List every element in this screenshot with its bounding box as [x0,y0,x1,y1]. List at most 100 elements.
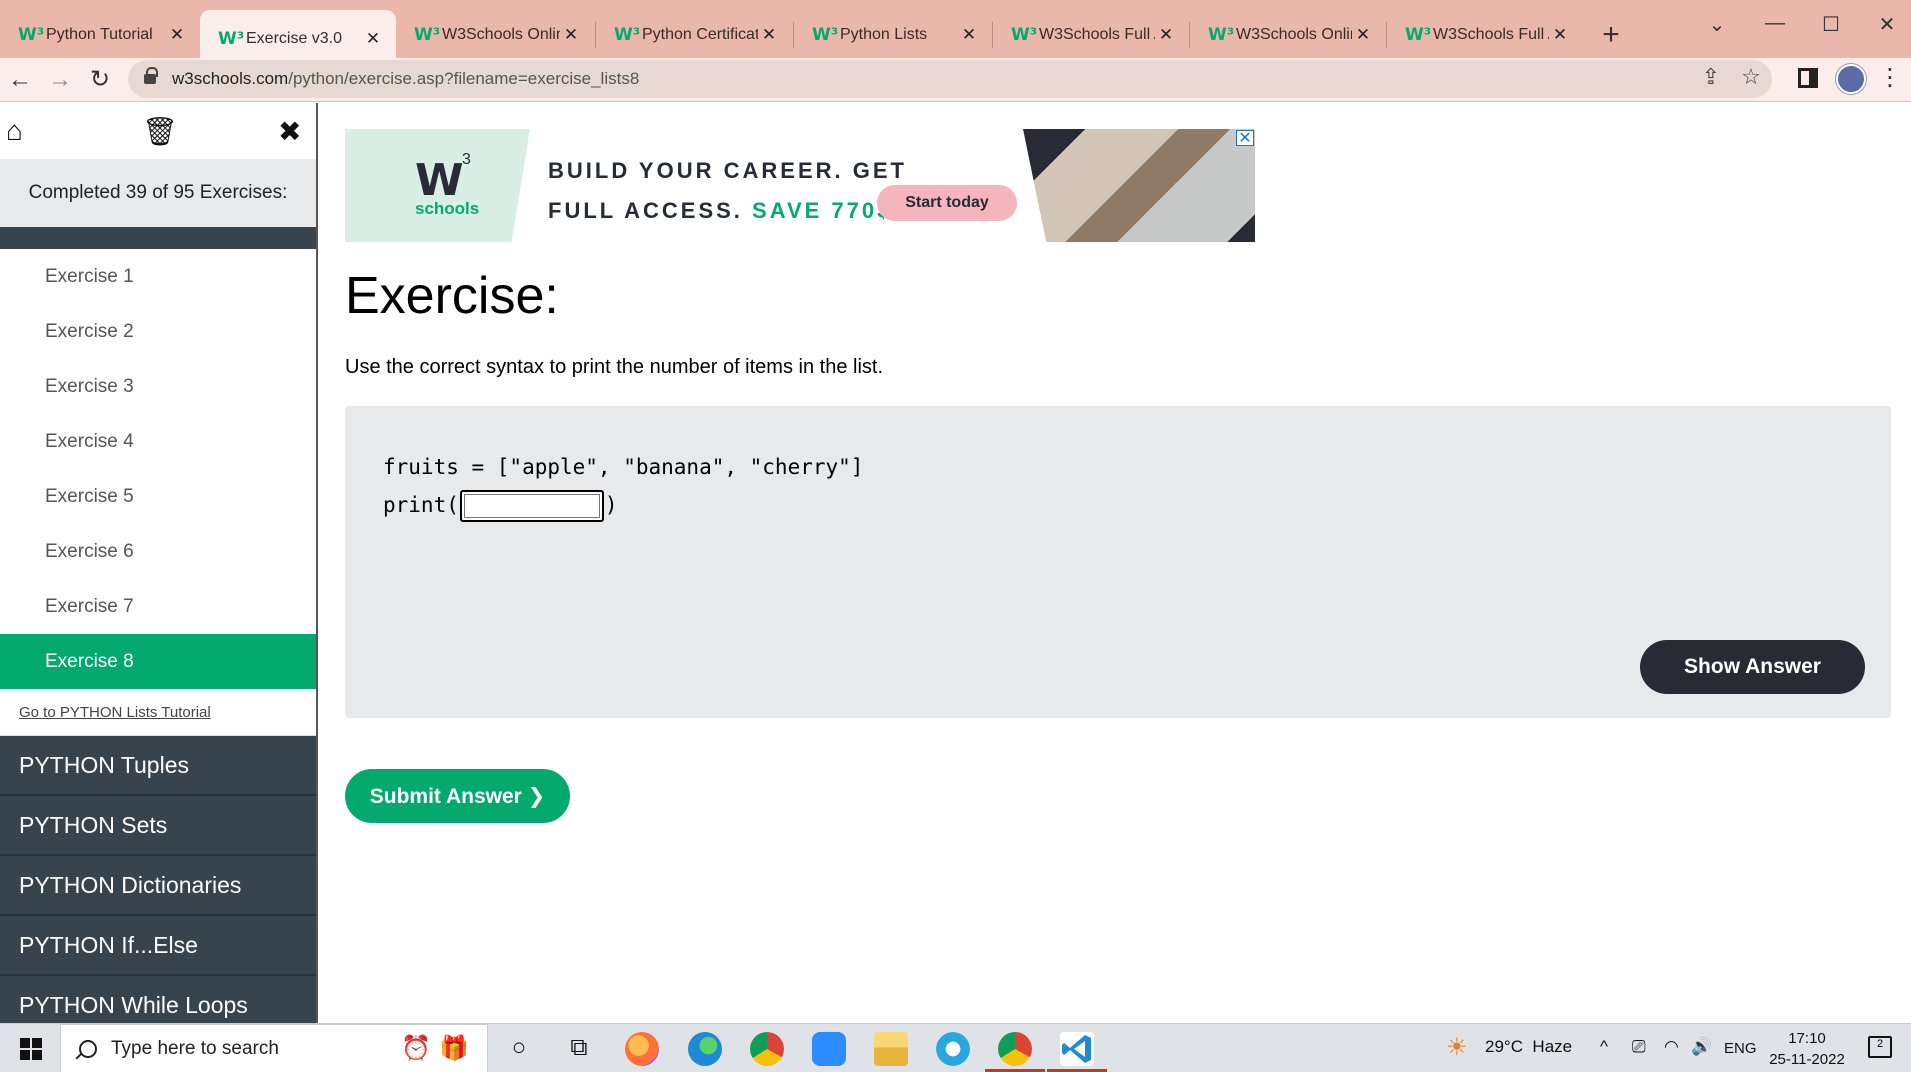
sidebar-section-sets[interactable]: PYTHON Sets [0,796,316,856]
forward-arrow-icon[interactable]: → [44,64,76,96]
w3schools-favicon-icon: W³ [1011,25,1038,45]
submit-answer-button[interactable]: Submit Answer ❯ [345,769,570,823]
share-icon[interactable]: ⇪ [1696,64,1726,90]
zoom-icon[interactable] [812,1032,846,1066]
wifi-icon[interactable]: ◠ [1664,1037,1679,1057]
tab-title: W3Schools Onlin [1236,26,1352,43]
show-answer-button[interactable]: Show Answer [1640,640,1865,694]
tab-w3schools-full-1[interactable]: W³ W3Schools Full A ✕ [993,12,1189,58]
tab-search-chevron-icon[interactable]: ⌄ [1697,12,1737,37]
notification-center-icon[interactable]: 2 [1868,1036,1892,1058]
close-tab-icon[interactable]: ✕ [166,25,188,45]
w3schools-favicon-icon: W³ [218,29,245,49]
browser-toolbar: ← → ↻ w3schools.com/python/exercise.asp?… [0,58,1911,102]
reload-icon[interactable]: ↻ [84,64,116,96]
close-tab-icon[interactable]: ✕ [560,25,582,45]
bookmark-star-icon[interactable]: ☆ [1736,64,1766,90]
tab-title: Exercise v3.0 [246,30,343,47]
ad-close-icon[interactable]: ✕ [1236,130,1254,147]
sidebar-item-exercise-2[interactable]: Exercise 2 [0,304,316,359]
clock-date: 25-11-2022 [1769,1051,1845,1068]
w3schools-favicon-icon: W³ [614,25,641,45]
close-tab-icon[interactable]: ✕ [362,29,384,49]
chrome-profile-icon[interactable] [998,1032,1032,1066]
tab-w3schools-online-2[interactable]: W³ W3Schools Onlin ✕ [1190,12,1386,58]
sidebar-item-exercise-4[interactable]: Exercise 4 [0,414,316,469]
maximize-icon[interactable]: ☐ [1811,12,1851,37]
close-sidebar-icon[interactable]: ✖ [278,115,301,148]
language-indicator[interactable]: ENG [1724,1040,1757,1057]
ad-line-1: BUILD YOUR CAREER. GET [548,158,907,183]
sidebar-item-exercise-1[interactable]: Exercise 1 [0,249,316,304]
ad-photo [1023,129,1255,242]
tutorial-link[interactable]: Go to PYTHON Lists Tutorial [0,689,316,736]
cortana-icon[interactable]: ○ [502,1034,536,1062]
sidebar-item-exercise-7[interactable]: Exercise 7 [0,579,316,634]
logo-subtitle: schools [415,199,480,218]
tab-python-lists[interactable]: W³ Python Lists ✕ [794,12,992,58]
taskbar-search-box[interactable]: Type here to search ⏰ 🎁 [60,1024,488,1072]
close-window-icon[interactable]: ✕ [1867,12,1907,37]
tab-python-tutorial[interactable]: W³ Python Tutorial ✕ [0,12,200,58]
minimize-icon[interactable]: — [1755,12,1795,35]
answer-input[interactable] [459,490,604,522]
tab-python-certificate[interactable]: W³ Python Certificati ✕ [596,12,792,58]
profile-avatar[interactable] [1836,64,1866,94]
sidebar-divider [0,227,316,249]
new-tab-plus-icon[interactable]: + [1596,18,1626,52]
sidebar-item-exercise-6[interactable]: Exercise 6 [0,524,316,579]
close-tab-icon[interactable]: ✕ [1549,25,1571,45]
sidebar-item-exercise-8[interactable]: Exercise 8 [0,634,316,689]
sidebar-section-while-loops[interactable]: PYTHON While Loops [0,976,316,1023]
page-title: Exercise: [345,267,559,325]
code-block: fruits = ["apple", "banana", "cherry"] pr… [383,448,863,524]
weather-icon[interactable]: ☀ [1446,1033,1468,1062]
tab-w3schools-full-2[interactable]: W³ W3Schools Full A ✕ [1387,12,1583,58]
windows-start-icon[interactable] [20,1038,42,1060]
clock-time: 17:10 [1788,1030,1826,1047]
close-tab-icon[interactable]: ✕ [1155,25,1177,45]
code-line-1: fruits = ["apple", "banana", "cherry"] [383,455,864,479]
sidebar-section-tuples[interactable]: PYTHON Tuples [0,736,316,796]
ad-banner[interactable]: W 3 schools BUILD YOUR CAREER. GET FULL … [345,129,1255,242]
sidebar-section-if-else[interactable]: PYTHON If...Else [0,916,316,976]
sidebar-toolbar: ⌂ 🗑 ✖ [0,103,316,159]
edge-icon[interactable] [688,1032,722,1066]
close-tab-icon[interactable]: ✕ [758,25,780,45]
w3schools-logo: W 3 schools [345,129,530,242]
close-tab-icon[interactable]: ✕ [958,25,980,45]
ad-start-today-button[interactable]: Start today [877,185,1017,221]
url-host: w3schools.com [172,69,289,88]
weather-text[interactable]: 29°C Haze [1485,1037,1572,1057]
show-hidden-icons-icon[interactable]: ^ [1600,1037,1608,1057]
firefox-icon[interactable] [625,1032,659,1066]
close-tab-icon[interactable]: ✕ [1352,25,1374,45]
w3schools-favicon-icon: W³ [812,25,839,45]
system-clock[interactable]: 17:10 25-11-2022 [1762,1028,1852,1070]
tab-w3schools-online-1[interactable]: W³ W3Schools Onlin ✕ [396,12,594,58]
sidebar-section-dictionaries[interactable]: PYTHON Dictionaries [0,856,316,916]
volume-icon[interactable]: 🔊 [1691,1037,1712,1057]
w3schools-favicon-icon: W³ [18,25,45,45]
logo-superscript: 3 [462,151,471,168]
exercise-instruction: Use the correct syntax to print the numb… [345,356,884,378]
internet-explorer-icon[interactable] [936,1032,970,1066]
sidebar-item-exercise-3[interactable]: Exercise 3 [0,359,316,414]
tab-title: W3Schools Onlin [442,26,560,43]
browser-menu-icon[interactable]: ⋮ [1878,62,1902,94]
address-bar[interactable]: w3schools.com/python/exercise.asp?filena… [128,60,1772,98]
file-explorer-icon[interactable] [874,1032,908,1066]
code-line-2: print() [383,486,863,524]
gift-icon: 🎁 [439,1035,469,1062]
tab-title: W3Schools Full A [1039,26,1155,43]
home-icon[interactable]: ⌂ [6,115,23,147]
task-view-icon[interactable]: ⧉ [562,1034,596,1062]
sidebar-item-exercise-5[interactable]: Exercise 5 [0,469,316,524]
trash-icon[interactable]: 🗑 [142,115,178,148]
back-arrow-icon[interactable]: ← [4,64,36,96]
vscode-icon[interactable] [1060,1032,1094,1066]
side-panel-icon[interactable] [1798,68,1818,88]
meet-now-icon[interactable]: ⎚ [1632,1037,1646,1057]
w3schools-favicon-icon: W³ [1405,25,1432,45]
chrome-icon[interactable] [750,1032,784,1066]
